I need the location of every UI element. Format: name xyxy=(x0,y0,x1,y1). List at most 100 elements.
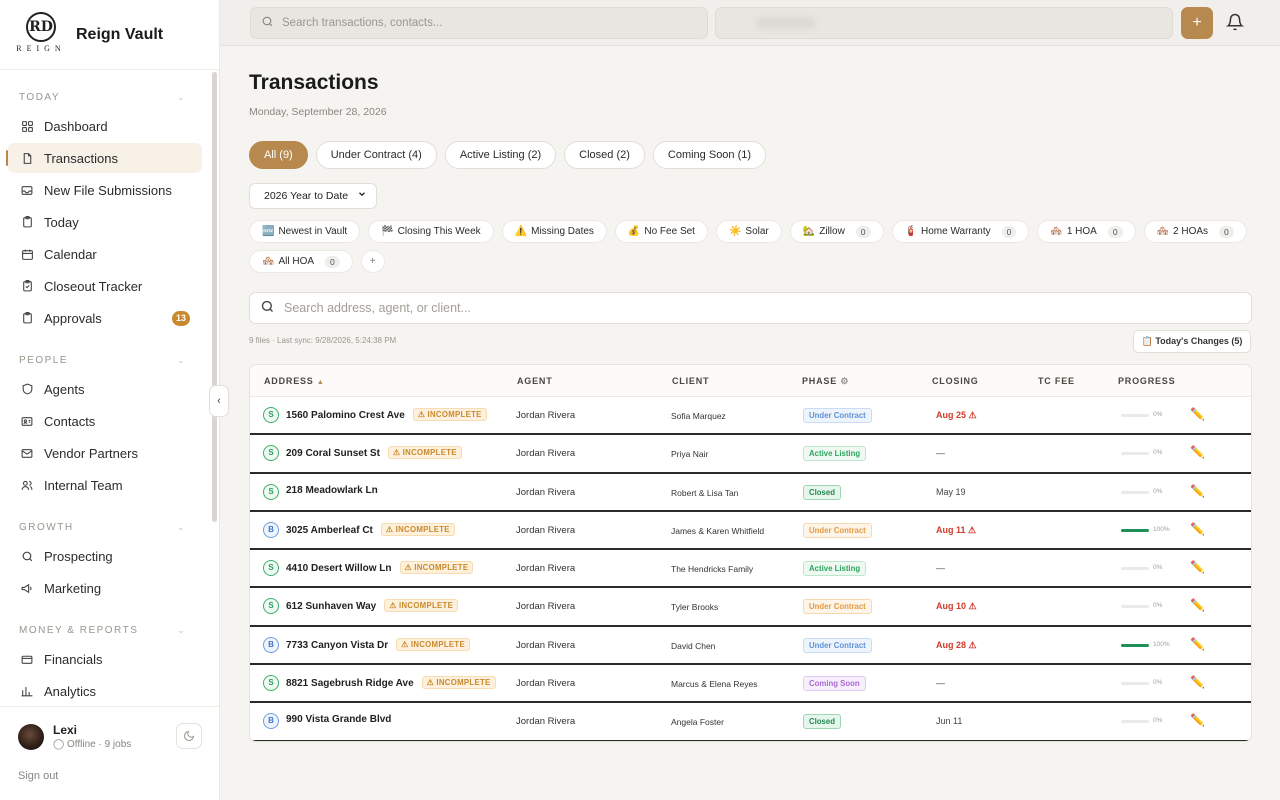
add-new-button[interactable]: + xyxy=(1181,7,1213,39)
bell-icon[interactable] xyxy=(1225,12,1246,34)
filter-chip-1-hoa[interactable]: 🏘️ 1 HOA 0 xyxy=(1037,220,1136,243)
phase-badge: Closed xyxy=(803,484,841,500)
filter-chip-all-hoa[interactable]: 🏘️ All HOA 0 xyxy=(249,250,353,273)
table-row[interactable]: S 218 Meadowlark Ln Jordan Rivera Robert & … xyxy=(250,474,1251,512)
pencil-edit-icon[interactable]: ✏️ xyxy=(1190,407,1205,421)
tab-closed[interactable]: Closed (2) xyxy=(564,141,645,169)
column-address[interactable]: ADDRESS ▲ xyxy=(264,376,325,386)
global-search-input[interactable]: Search transactions, contacts... xyxy=(250,7,708,39)
sidebar-item-label: New File Submissions xyxy=(44,182,172,198)
sidebar-item-analytics[interactable]: Analytics xyxy=(8,676,202,700)
section-growth[interactable]: GROWTH ⌄ xyxy=(0,514,210,540)
sidebar-item-internal-team[interactable]: Internal Team xyxy=(8,470,202,500)
column-client[interactable]: CLIENT xyxy=(672,376,709,386)
filter-chip-solar[interactable]: ☀️ Solar xyxy=(715,220,782,243)
address-cell[interactable]: 990 Vista Grande Blvd xyxy=(286,714,391,725)
pencil-edit-icon[interactable]: ✏️ xyxy=(1190,484,1205,498)
sidebar-item-today[interactable]: Today xyxy=(8,207,202,237)
tab-all[interactable]: All (9) xyxy=(249,141,308,169)
sidebar-item-agents[interactable]: Agents xyxy=(8,374,202,404)
filter-chip-zillow[interactable]: 🏡 Zillow 0 xyxy=(789,220,884,243)
sidebar-item-marketing[interactable]: Marketing xyxy=(8,573,202,603)
column-phase[interactable]: PHASE ⚙ xyxy=(802,376,849,387)
pencil-edit-icon[interactable]: ✏️ xyxy=(1190,675,1205,689)
page-date: Monday, September 28, 2026 xyxy=(249,106,387,118)
sidebar-scroll-thumb[interactable] xyxy=(212,72,217,522)
filter-emoji-icon: 🏘️ xyxy=(262,256,275,267)
sidebar-item-financials[interactable]: Financials xyxy=(8,644,202,674)
column-closing[interactable]: CLOSING xyxy=(932,376,979,386)
pencil-edit-icon[interactable]: ✏️ xyxy=(1190,445,1205,459)
address-cell[interactable]: 7733 Canyon Vista Dr ⚠ INCOMPLETE xyxy=(286,637,470,651)
sidebar-item-approvals[interactable]: Approvals 13 xyxy=(8,303,202,333)
sidebar-item-closeout-tracker[interactable]: Closeout Tracker xyxy=(8,271,202,301)
bar-chart-icon xyxy=(20,684,34,698)
sidebar-item-dashboard[interactable]: Dashboard xyxy=(8,111,202,141)
address-cell[interactable]: 1560 Palomino Crest Ave ⚠ INCOMPLETE xyxy=(286,408,487,421)
year-filter-select[interactable]: 2026 Year to Date xyxy=(249,183,377,209)
progress-bar xyxy=(1121,414,1149,417)
section-people[interactable]: PEOPLE ⌄ xyxy=(0,347,210,373)
pencil-edit-icon[interactable]: ✏️ xyxy=(1190,713,1205,727)
user-name: Lexi xyxy=(53,723,78,737)
section-money-reports[interactable]: MONEY & REPORTS ⌄ xyxy=(0,617,210,643)
tab-active-listing[interactable]: Active Listing (2) xyxy=(444,141,557,169)
column-progress[interactable]: PROGRESS xyxy=(1118,376,1175,386)
sidebar-item-vendor-partners[interactable]: Vendor Partners xyxy=(8,438,202,468)
todays-changes-button[interactable]: 📋 Today's Changes (5) xyxy=(1133,330,1251,353)
filter-chip-newest-in-vault[interactable]: 🆕 Newest in Vault xyxy=(249,220,361,243)
filter-label: Zillow xyxy=(819,226,845,237)
pencil-edit-icon[interactable]: ✏️ xyxy=(1190,598,1205,612)
filter-chip-2-hoas[interactable]: 🏘️ 2 HOAs 0 xyxy=(1143,220,1247,243)
address-text: 1560 Palomino Crest Ave xyxy=(286,410,405,421)
sidebar-item-new-file-submissions[interactable]: New File Submissions xyxy=(8,175,202,205)
avatar[interactable] xyxy=(18,723,44,750)
filter-chip-no-fee-set[interactable]: 💰 No Fee Set xyxy=(614,220,708,243)
sidebar-item-contacts[interactable]: Contacts xyxy=(8,406,202,436)
sidebar-item-prospecting[interactable]: Prospecting xyxy=(8,541,202,571)
add-filter-button[interactable]: + xyxy=(360,250,385,273)
section-today[interactable]: TODAY ⌄ xyxy=(0,84,210,110)
table-row[interactable]: B 3025 Amberleaf Ct ⚠ INCOMPLETE Jordan Riv… xyxy=(250,512,1251,551)
sidebar-item-label: Dashboard xyxy=(44,118,108,134)
tab-under-contract[interactable]: Under Contract (4) xyxy=(315,141,437,169)
table-row[interactable]: B 990 Vista Grande Blvd Jordan Rivera Angel… xyxy=(250,703,1251,741)
transaction-search-input[interactable]: Search address, agent, or client... xyxy=(249,292,1252,324)
gear-icon[interactable]: ⚙ xyxy=(840,376,849,386)
pencil-edit-icon[interactable]: ✏️ xyxy=(1190,560,1205,574)
blurred-input[interactable] xyxy=(715,7,1173,39)
tab-coming-soon[interactable]: Coming Soon (1) xyxy=(652,141,767,169)
clipboard-check-icon xyxy=(20,279,34,293)
column-agent[interactable]: AGENT xyxy=(517,376,553,386)
table-row[interactable]: B 7733 Canyon Vista Dr ⚠ INCOMPLETE Jordan … xyxy=(250,627,1251,666)
address-cell[interactable]: 3025 Amberleaf Ct ⚠ INCOMPLETE xyxy=(286,522,455,536)
brand[interactable]: RD REIGN Reign Vault xyxy=(0,0,219,70)
pencil-edit-icon[interactable]: ✏️ xyxy=(1190,522,1205,536)
agent-cell: Jordan Rivera xyxy=(516,524,576,536)
progress-bar xyxy=(1121,720,1149,724)
sidebar-item-label: Contacts xyxy=(44,413,96,429)
filter-chip-closing-this-week[interactable]: 🏁 Closing This Week xyxy=(368,220,494,243)
user-info: Lexi ◯ Offline · 9 jobs xyxy=(53,723,131,750)
collapse-sidebar-button[interactable]: ‹ xyxy=(209,385,229,417)
address-cell[interactable]: 4410 Desert Willow Ln ⚠ INCOMPLETE xyxy=(286,561,474,575)
table-row[interactable]: S 612 Sunhaven Way ⚠ INCOMPLETE Jordan Rive… xyxy=(250,588,1251,627)
sidebar-item-transactions[interactable]: Transactions xyxy=(6,143,202,173)
table-row[interactable]: S 8821 Sagebrush Ridge Ave ⚠ INCOMPLETE Jor… xyxy=(250,665,1251,704)
address-cell[interactable]: 8821 Sagebrush Ridge Ave ⚠ INCOMPLETE xyxy=(286,676,496,690)
sidebar-item-calendar[interactable]: Calendar xyxy=(8,239,202,269)
sign-out-link[interactable]: Sign out xyxy=(18,770,58,782)
address-cell[interactable]: 209 Coral Sunset St ⚠ INCOMPLETE xyxy=(286,446,462,460)
theme-toggle-moon-icon[interactable] xyxy=(176,723,202,749)
filter-chip-home-warranty[interactable]: 🧯 Home Warranty 0 xyxy=(891,220,1030,243)
address-cell[interactable]: 218 Meadowlark Ln xyxy=(286,485,378,496)
column-tc-fee[interactable]: TC FEE xyxy=(1038,376,1075,386)
address-cell[interactable]: 612 Sunhaven Way ⚠ INCOMPLETE xyxy=(286,599,459,613)
table-row[interactable]: S 4410 Desert Willow Ln ⚠ INCOMPLETE Jordan… xyxy=(250,550,1251,589)
pencil-edit-icon[interactable]: ✏️ xyxy=(1190,637,1205,651)
table-row[interactable]: S 1560 Palomino Crest Ave ⚠ INCOMPLETE Jord… xyxy=(250,397,1251,436)
filter-chip-missing-dates[interactable]: ⚠️ Missing Dates xyxy=(501,220,607,243)
sidebar-scrollbar[interactable] xyxy=(210,70,218,526)
table-row[interactable]: S 209 Coral Sunset St ⚠ INCOMPLETE Jordan R… xyxy=(250,435,1251,474)
progress-percent: 0% xyxy=(1153,679,1163,687)
